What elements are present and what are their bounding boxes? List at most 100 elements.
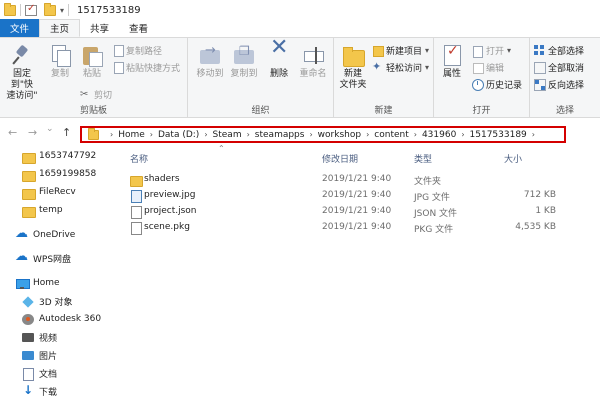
breadcrumb-data-drive[interactable]: Data (D:) [158,130,199,140]
new-group: 新建 文件夹 新建项目 ▾ 轻松访问 ▾ 新建 [334,38,434,118]
sidebar-item-label: 视频 [39,333,58,344]
sidebar-item-label: 文档 [39,369,58,380]
delete-button[interactable]: 删除 [266,42,292,80]
breadcrumb-separator[interactable]: › [309,130,312,139]
sort-ascending-icon: ⌃ [218,144,225,153]
select-all-label: 全部选择 [548,47,585,57]
move-to-button[interactable]: 移动到 [194,44,226,80]
copy-path-button[interactable]: 复制路径 [112,44,162,57]
sidebar-item-documents[interactable]: 文档 [22,365,57,381]
breadcrumb-431960[interactable]: 431960 [422,130,456,140]
file-row-shaders[interactable]: shaders 2019/1/21 9:40 文件夹 [120,172,560,188]
open-icon [472,45,483,58]
breadcrumb-separator[interactable]: › [366,130,369,139]
delete-icon [268,42,290,66]
properties-check-icon[interactable] [25,3,37,16]
edit-button[interactable]: 编辑 [472,61,504,74]
sidebar-item-pictures[interactable]: 图片 [22,347,57,363]
sidebar-item-label: 下载 [39,387,58,398]
sidebar-item-label: Autodesk 360 [39,314,102,324]
breadcrumb-home[interactable]: Home [118,130,145,140]
breadcrumb-content[interactable]: content [374,130,408,140]
forward-arrow-icon[interactable]: → [28,126,37,139]
sidebar-item-home[interactable]: Home [16,275,60,291]
select-none-icon [534,62,546,74]
address-bar[interactable]: › Home › Data (D:) › Steam › steamapps ›… [80,126,566,143]
paste-shortcut-icon [112,62,124,74]
breadcrumb-workshop[interactable]: workshop [318,130,361,140]
open-group: 属性 打开 ▾ 编辑 历史记录 打开 [434,38,530,118]
copy-to-button[interactable]: 复制到 [228,44,260,80]
sidebar-item-onedrive[interactable]: OneDrive [15,226,76,243]
sidebar-item-wps-drive[interactable]: WPS网盘 [15,249,71,266]
folder-icon [22,169,36,182]
file-row-preview-jpg[interactable]: preview.jpg 2019/1/21 9:40 JPG 文件 712 KB [120,188,560,204]
column-header-size[interactable]: 大小 [504,152,522,166]
breadcrumb-separator[interactable]: › [461,130,464,139]
up-arrow-icon[interactable]: ↑ [62,126,71,139]
file-row-scene-pkg[interactable]: scene.pkg 2019/1/21 9:40 PKG 文件 4,535 KB [120,220,560,236]
history-label: 历史记录 [486,81,523,91]
easy-access-icon [372,60,383,73]
back-arrow-icon[interactable]: ← [8,126,17,139]
tab-view[interactable]: 查看 [119,19,158,37]
history-button[interactable]: 历史记录 [472,78,522,91]
breadcrumb-steamapps[interactable]: steamapps [255,130,305,140]
breadcrumb-separator[interactable]: › [150,130,153,139]
file-type: PKG 文件 [414,225,454,235]
sidebar-item-autodesk-360[interactable]: Autodesk 360 [22,311,101,327]
copy-button[interactable]: 复制 [46,44,74,80]
breadcrumb-separator[interactable]: › [532,130,535,139]
new-folder-quick-icon[interactable] [44,2,56,16]
quick-access-dropdown-icon[interactable]: ▾ [60,6,64,15]
invert-selection-button[interactable]: 反向选择 [534,78,584,91]
breadcrumb-separator[interactable]: › [204,130,207,139]
file-date: 2019/1/21 9:40 [322,222,392,232]
move-to-icon [199,44,221,66]
breadcrumb-steam[interactable]: Steam [213,130,242,140]
new-folder-button[interactable]: 新建 文件夹 [336,44,370,91]
column-header-date[interactable]: 修改日期 [322,152,358,166]
easy-access-button[interactable]: 轻松访问 ▾ [372,60,429,74]
sidebar-item-label: OneDrive [33,230,76,240]
breadcrumb-1517533189[interactable]: 1517533189 [470,130,527,140]
folder-icon[interactable] [4,2,16,16]
sidebar-item-1653747792[interactable]: 1653747792 [22,148,96,164]
sidebar-item-filerecv[interactable]: FileRecv [22,184,76,200]
properties-button[interactable]: 属性 [438,44,466,80]
recent-dropdown-icon[interactable]: ⌄ [46,124,54,134]
tab-home[interactable]: 主页 [39,19,81,37]
cut-label: 剪切 [94,91,113,101]
copy-to-label: 复制到 [230,69,258,79]
pin-quick-access-button[interactable]: 固定到"快 速访问" [2,44,42,102]
tab-share[interactable]: 共享 [80,19,119,37]
column-header-type[interactable]: 类型 [414,152,432,166]
new-item-button[interactable]: 新建项目 ▾ [372,44,429,57]
pin-icon [11,44,33,66]
select-all-button[interactable]: 全部选择 [534,44,584,57]
sidebar-item-3d-objects[interactable]: 3D 对象 [22,293,73,309]
invert-selection-icon [534,79,546,91]
sidebar-item-1659199858[interactable]: 1659199858 [22,166,96,182]
file-size: 712 KB [523,190,556,200]
breadcrumb-separator[interactable]: › [110,130,113,139]
document-icon [22,367,34,381]
breadcrumb-separator[interactable]: › [247,130,250,139]
sidebar-item-temp[interactable]: temp [22,202,63,218]
rename-icon [302,44,324,66]
rename-button[interactable]: 重命名 [296,44,330,80]
file-row-project-json[interactable]: project.json 2019/1/21 9:40 JSON 文件 1 KB [120,204,560,220]
paste-shortcut-button[interactable]: 粘贴快捷方式 [112,61,180,74]
paste-button[interactable]: 粘贴 [78,44,106,80]
properties-icon [441,44,463,66]
column-header-name[interactable]: 名称 [130,152,148,166]
select-none-button[interactable]: 全部取消 [534,61,584,74]
breadcrumb-separator[interactable]: › [414,130,417,139]
tab-file[interactable]: 文件 [0,19,40,37]
open-button[interactable]: 打开 ▾ [472,44,511,58]
sidebar-item-videos[interactable]: 视频 [22,329,57,345]
sidebar-item-downloads[interactable]: 下载 [22,383,57,399]
file-size: 4,535 KB [515,222,556,232]
new-group-label: 新建 [374,106,393,116]
cut-button[interactable]: ✂ 剪切 [80,88,112,101]
